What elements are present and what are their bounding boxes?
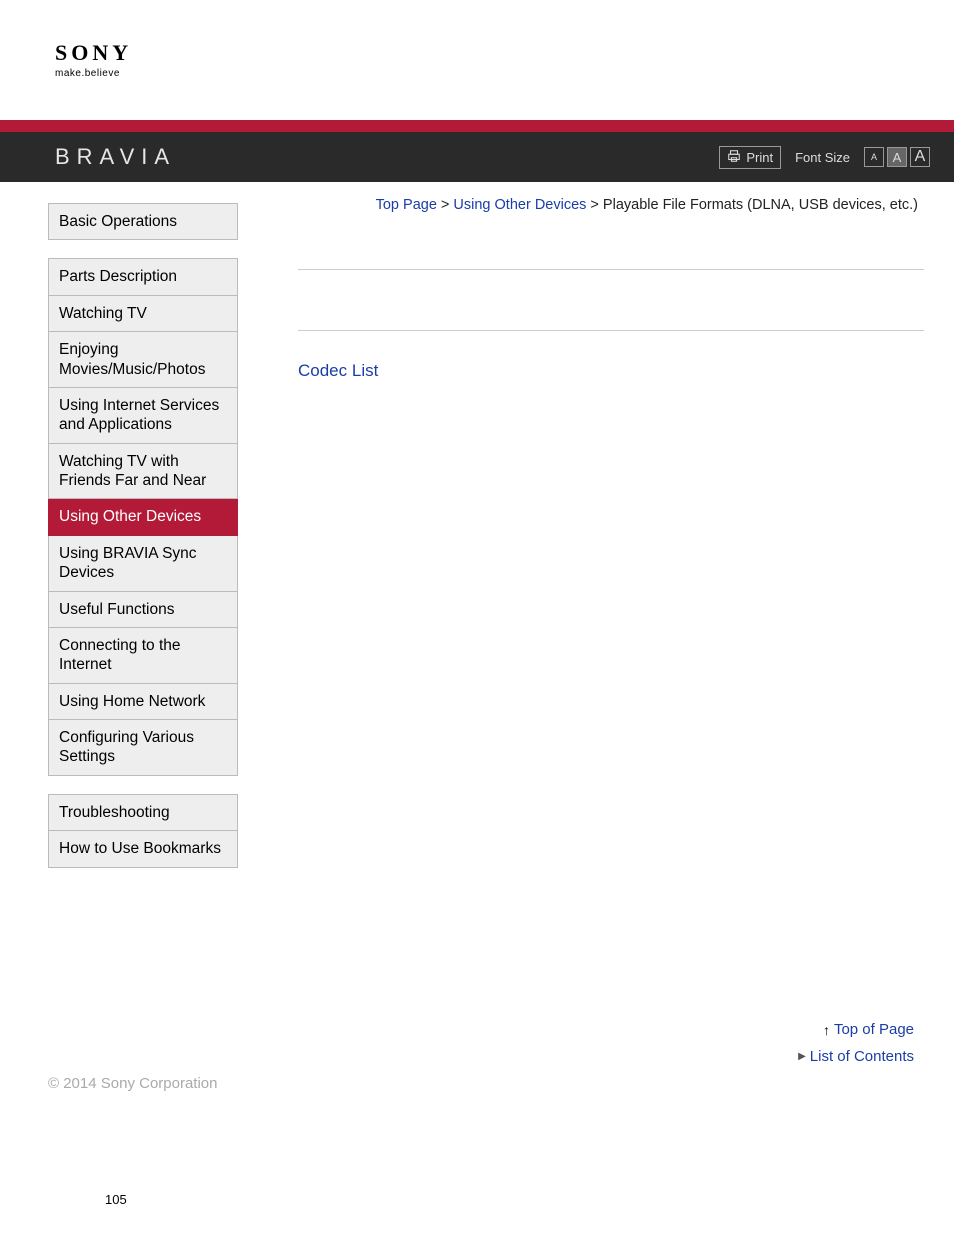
nav-item-bravia-sync[interactable]: Using BRAVIA Sync Devices xyxy=(48,536,238,592)
nav-item-troubleshooting[interactable]: Troubleshooting xyxy=(48,794,238,831)
codec-list-link[interactable]: Codec List xyxy=(298,361,378,381)
nav-item-internet-services[interactable]: Using Internet Services and Applications xyxy=(48,388,238,444)
nav-item-parts-description[interactable]: Parts Description xyxy=(48,258,238,295)
font-size-medium-button[interactable]: A xyxy=(887,147,907,167)
nav-item-connecting-internet[interactable]: Connecting to the Internet xyxy=(48,628,238,684)
nav-item-configuring-settings[interactable]: Configuring Various Settings xyxy=(48,720,238,776)
nav-group-3: Troubleshooting How to Use Bookmarks xyxy=(48,794,238,868)
breadcrumb-sep-2: > xyxy=(586,197,603,213)
arrow-right-icon: ▶ xyxy=(798,1051,806,1062)
divider-2 xyxy=(298,330,924,331)
product-bar: BRAVIA Print Font Size A A A xyxy=(0,132,954,182)
header-logo: SONY make.believe xyxy=(0,0,954,120)
printer-icon xyxy=(727,149,741,166)
toolbar: Print Font Size A A A xyxy=(719,146,930,169)
print-button[interactable]: Print xyxy=(719,146,781,169)
divider-1 xyxy=(298,269,924,270)
font-size-label: Font Size xyxy=(795,150,850,165)
arrow-up-icon: ↑ xyxy=(823,1022,830,1038)
breadcrumb-section[interactable]: Using Other Devices xyxy=(453,197,586,213)
breadcrumb-top-page[interactable]: Top Page xyxy=(376,197,437,213)
page-number: 105 xyxy=(0,1092,954,1247)
nav-group-1: Basic Operations xyxy=(48,203,238,240)
copyright: © 2014 Sony Corporation xyxy=(0,1075,954,1092)
nav-item-enjoying-media[interactable]: Enjoying Movies/Music/Photos xyxy=(48,332,238,388)
top-of-page-link[interactable]: Top of Page xyxy=(834,1021,914,1038)
nav-item-basic-operations[interactable]: Basic Operations xyxy=(48,203,238,240)
sidebar-nav: Basic Operations Parts Description Watch… xyxy=(48,197,238,1075)
font-size-large-button[interactable]: A xyxy=(910,147,930,167)
nav-item-bookmarks[interactable]: How to Use Bookmarks xyxy=(48,831,238,867)
sony-tagline: make.believe xyxy=(55,68,954,79)
main-content: Top Page > Using Other Devices > Playabl… xyxy=(298,197,924,1075)
breadcrumb-sep-1: > xyxy=(437,197,454,213)
bottom-links: ↑ Top of Page ▶ List of Contents xyxy=(298,1021,924,1065)
list-of-contents-link[interactable]: List of Contents xyxy=(810,1048,914,1065)
nav-item-home-network[interactable]: Using Home Network xyxy=(48,684,238,720)
font-size-small-button[interactable]: A xyxy=(864,147,884,167)
nav-item-watching-friends[interactable]: Watching TV with Friends Far and Near xyxy=(48,444,238,500)
nav-group-2: Parts Description Watching TV Enjoying M… xyxy=(48,258,238,775)
print-label: Print xyxy=(746,150,773,165)
nav-item-watching-tv[interactable]: Watching TV xyxy=(48,296,238,332)
nav-item-other-devices[interactable]: Using Other Devices xyxy=(48,499,238,535)
breadcrumb-current: Playable File Formats (DLNA, USB devices… xyxy=(603,197,918,213)
sony-wordmark: SONY xyxy=(55,40,954,66)
font-size-buttons: A A A xyxy=(864,147,930,167)
accent-bar xyxy=(0,120,954,132)
breadcrumb: Top Page > Using Other Devices > Playabl… xyxy=(298,197,924,213)
bravia-wordmark: BRAVIA xyxy=(55,144,176,170)
nav-item-useful-functions[interactable]: Useful Functions xyxy=(48,592,238,628)
